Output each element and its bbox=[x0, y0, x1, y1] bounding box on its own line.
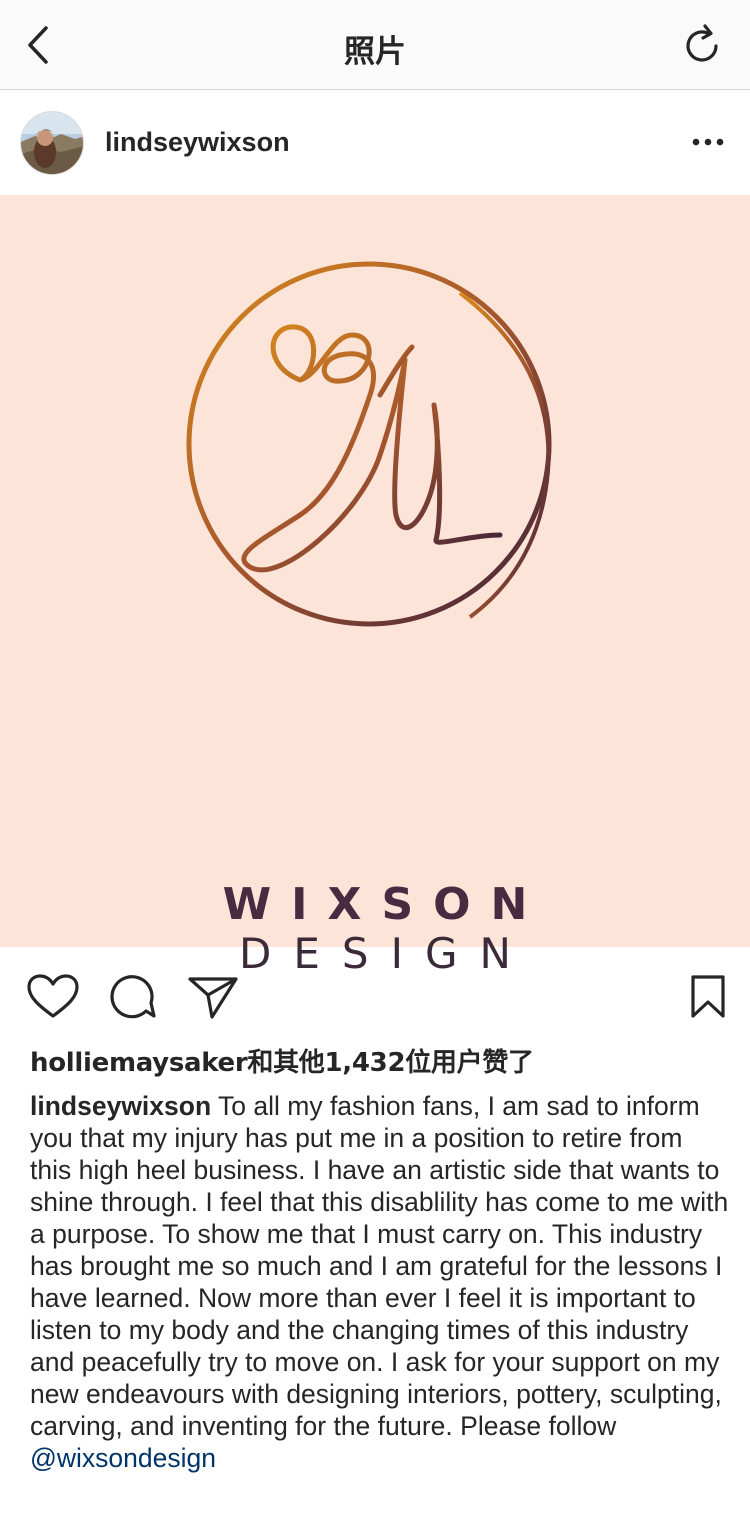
refresh-button[interactable] bbox=[678, 22, 726, 70]
page-title: 照片 bbox=[344, 34, 406, 70]
bookmark-icon bbox=[691, 975, 725, 1018]
like-button[interactable] bbox=[26, 973, 80, 1021]
save-button[interactable] bbox=[688, 973, 728, 1021]
post-username[interactable]: lindseywixson bbox=[105, 127, 290, 158]
post-image[interactable]: WIXSON DESIGN bbox=[0, 195, 750, 978]
paper-plane-icon bbox=[188, 977, 238, 1019]
more-options-button[interactable] bbox=[688, 127, 728, 157]
wixson-design-logo bbox=[186, 261, 552, 627]
avatar[interactable] bbox=[20, 111, 84, 175]
refresh-icon bbox=[686, 24, 718, 62]
top-nav-bar: 照片 bbox=[0, 0, 750, 90]
ellipsis-icon bbox=[692, 138, 724, 146]
brand-name-line1: WIXSON bbox=[222, 879, 548, 930]
heart-icon bbox=[27, 974, 79, 1018]
caption-username[interactable]: lindseywixson bbox=[30, 1091, 211, 1121]
comment-button[interactable] bbox=[106, 973, 160, 1021]
post-caption: lindseywixson To all my fashion fans, I … bbox=[30, 1090, 730, 1474]
share-button[interactable] bbox=[186, 973, 240, 1021]
likes-count[interactable]: holliemaysaker和其他1,432位用户赞了 bbox=[30, 1042, 534, 1079]
post-action-bar bbox=[0, 947, 750, 1043]
post-header: lindseywixson bbox=[0, 91, 750, 195]
comment-icon bbox=[110, 975, 156, 1019]
caption-mention-link[interactable]: @wixsondesign bbox=[30, 1443, 216, 1473]
caption-text: To all my fashion fans, I am sad to info… bbox=[30, 1091, 729, 1441]
avatar-image bbox=[21, 112, 83, 174]
